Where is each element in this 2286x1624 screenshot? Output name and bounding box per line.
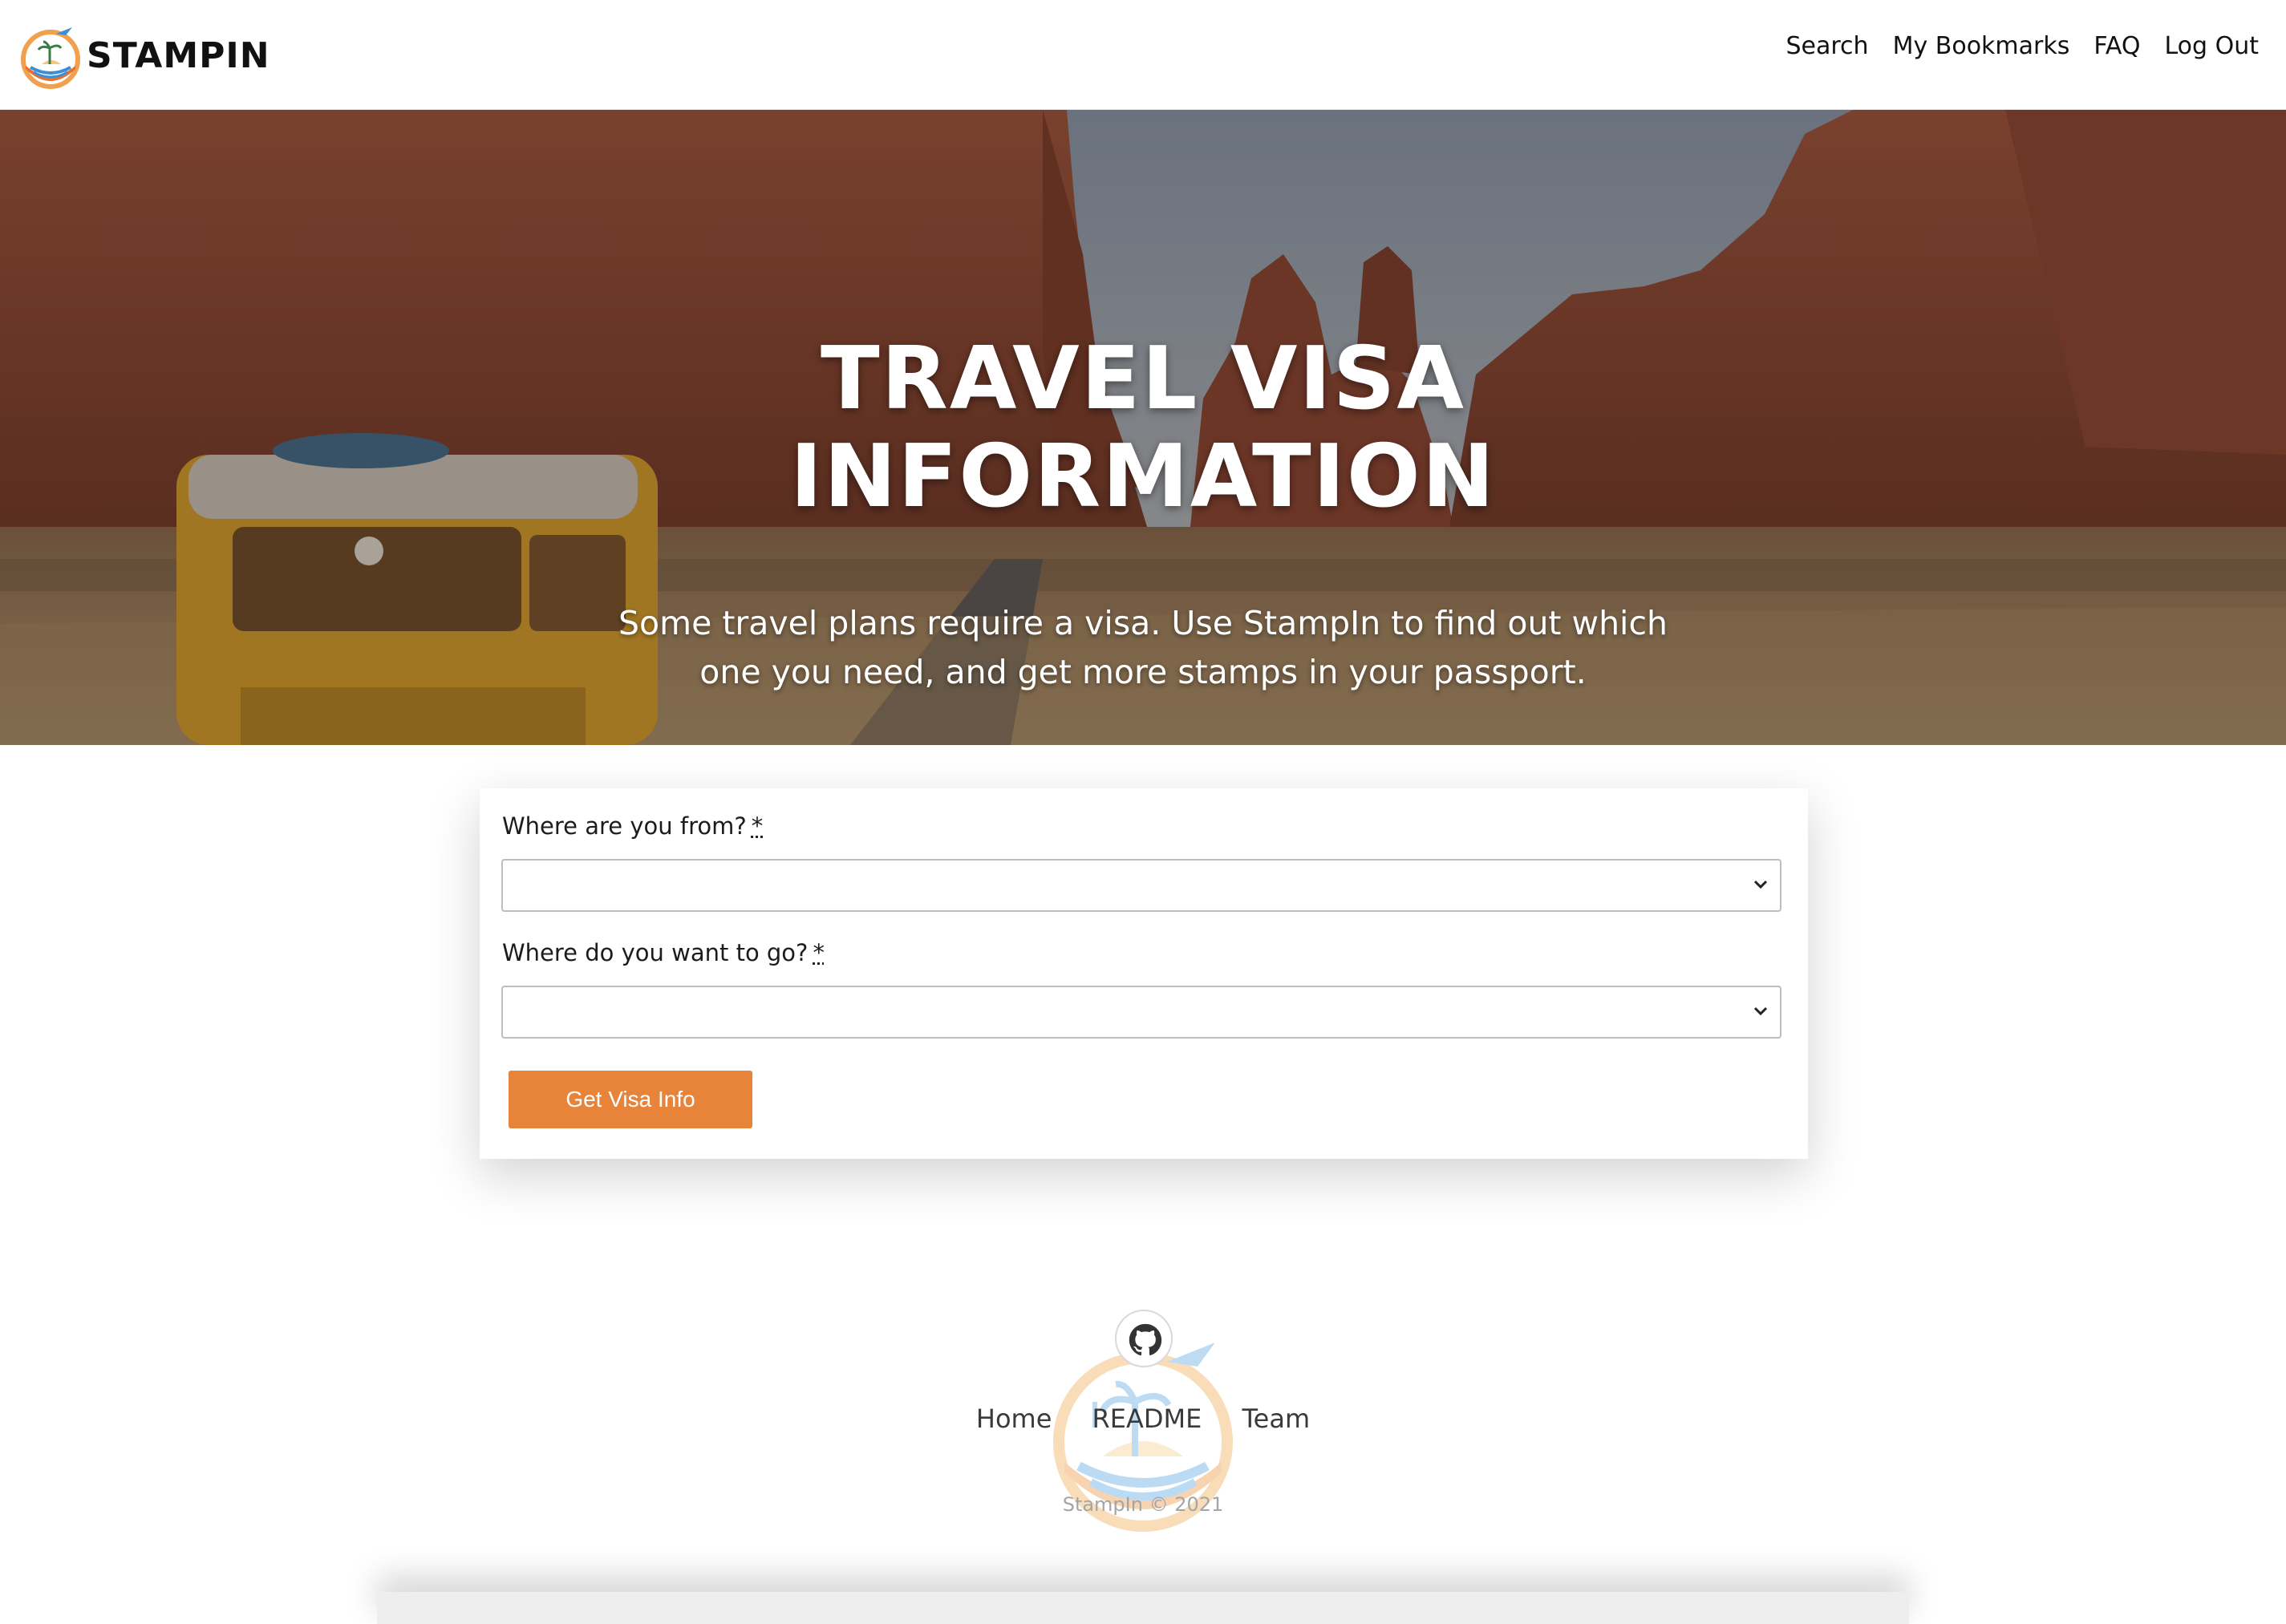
- get-visa-info-button[interactable]: Get Visa Info: [509, 1071, 752, 1128]
- hero-banner: TRAVEL VISA INFORMATION Some travel plan…: [0, 110, 2286, 745]
- chevron-down-icon: [1751, 1002, 1770, 1021]
- brand[interactable]: STAMPIN: [19, 19, 270, 91]
- from-label: Where are you from? *: [502, 812, 763, 840]
- hero-subtitle: Some travel plans require a visa. Use St…: [594, 599, 1692, 697]
- to-label-text: Where do you want to go?: [502, 939, 808, 966]
- required-mark: *: [752, 812, 764, 840]
- hero-title-line-1: TRAVEL VISA: [0, 330, 2286, 428]
- nav-log-out[interactable]: Log Out: [2164, 32, 2259, 60]
- brand-name: STAMPIN: [87, 35, 270, 76]
- footer: Home README Team StampIn © 2021: [0, 1283, 2286, 1608]
- nav-faq[interactable]: FAQ: [2093, 32, 2140, 60]
- github-mark-icon: [1128, 1322, 1163, 1358]
- stampin-logo-icon: [19, 19, 82, 91]
- from-country-select[interactable]: [501, 859, 1781, 912]
- nav-my-bookmarks[interactable]: My Bookmarks: [1893, 32, 2070, 60]
- from-label-text: Where are you from?: [502, 812, 747, 840]
- footer-links: Home README Team: [0, 1403, 2286, 1434]
- github-icon[interactable]: [1115, 1310, 1173, 1367]
- nav-links: Search My Bookmarks FAQ Log Out: [1786, 32, 2260, 60]
- footer-link-team[interactable]: Team: [1242, 1403, 1311, 1434]
- hero-title-line-2: INFORMATION: [0, 428, 2286, 526]
- required-mark: *: [813, 939, 825, 966]
- copyright: StampIn © 2021: [0, 1493, 2286, 1516]
- bottom-panel-edge: [377, 1592, 1909, 1624]
- to-label: Where do you want to go? *: [502, 939, 825, 966]
- nav-search[interactable]: Search: [1786, 32, 1869, 60]
- footer-link-home[interactable]: Home: [976, 1403, 1052, 1434]
- visa-search-card: Where are you from? * Where do you want t…: [480, 788, 1808, 1159]
- footer-link-readme[interactable]: README: [1092, 1403, 1202, 1434]
- hero-title: TRAVEL VISA INFORMATION: [0, 330, 2286, 526]
- chevron-down-icon: [1751, 875, 1770, 894]
- to-country-select[interactable]: [501, 986, 1781, 1039]
- navbar: STAMPIN Search My Bookmarks FAQ Log Out: [0, 0, 2286, 110]
